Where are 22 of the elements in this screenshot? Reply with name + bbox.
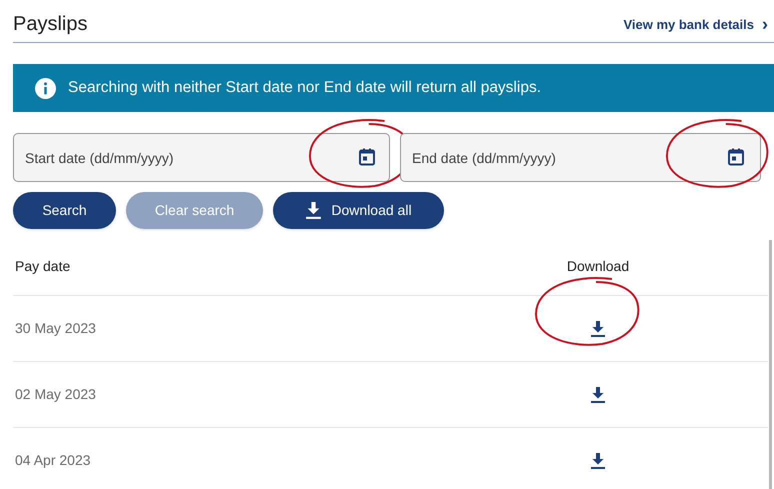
download-button[interactable] (590, 452, 606, 470)
info-icon (35, 78, 56, 98)
table-cell-text: 02 May 2023 (14, 385, 97, 404)
download-icon (590, 452, 606, 470)
table-cell-text: 30 May 2023 (14, 319, 97, 338)
calendar-icon[interactable] (727, 147, 745, 166)
bank-details-link[interactable]: View my bank details › (623, 14, 768, 34)
download-all-button[interactable]: Download all (273, 192, 444, 229)
download-icon (590, 320, 606, 338)
page-title: Payslips (13, 14, 88, 34)
download-button[interactable] (590, 386, 606, 404)
date-field[interactable]: Start date (dd/mm/yyyy) (13, 133, 390, 182)
column-header: Pay date (14, 257, 72, 276)
download-button[interactable] (590, 320, 606, 338)
calendar-icon[interactable] (358, 147, 376, 166)
table-cell-text: 04 Apr 2023 (14, 451, 92, 470)
download-icon (305, 201, 322, 220)
search-button[interactable]: Search (13, 192, 116, 229)
column-header: Download (566, 257, 630, 276)
date-field[interactable]: End date (dd/mm/yyyy) (400, 133, 761, 182)
download-icon (590, 386, 606, 404)
info-message: Searching with neither Start date nor End date will return all payslips. (68, 78, 541, 98)
